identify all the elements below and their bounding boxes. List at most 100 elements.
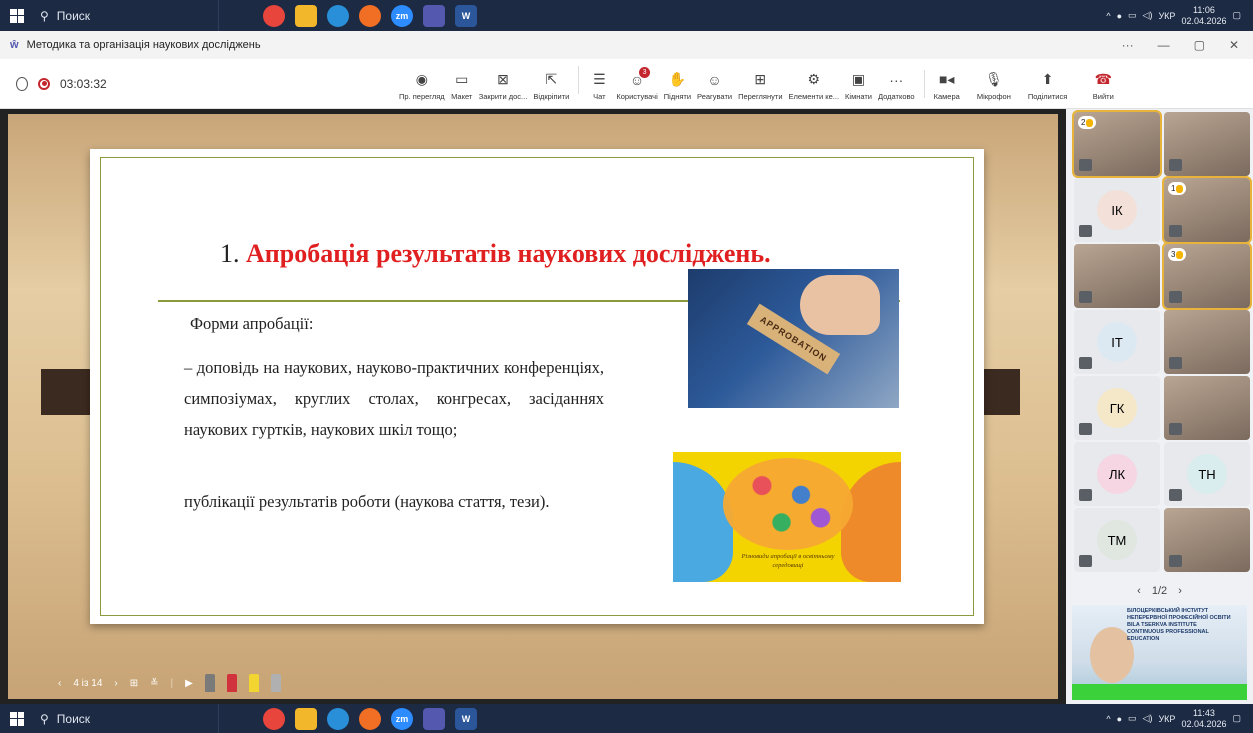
teams-app-icon: ŵ xyxy=(10,39,19,51)
tool-eye-button[interactable]: ◉ Пр. перегляд xyxy=(396,71,448,101)
more-options-button[interactable]: ··· xyxy=(1122,38,1134,52)
speaker-highlight-bar xyxy=(1072,684,1247,700)
muted-mic-icon xyxy=(1169,423,1182,435)
tool-unpin-button[interactable]: ⇱ Відкріпити xyxy=(530,71,572,101)
teams-icon[interactable] xyxy=(423,4,445,27)
edge-icon[interactable] xyxy=(327,4,349,27)
firefox-icon[interactable] xyxy=(359,707,381,730)
tool-close-share-button[interactable]: ⊠ Закрити дос... xyxy=(476,71,531,101)
language-indicator[interactable]: УКР xyxy=(1158,11,1175,21)
participant-tile[interactable]: 3 xyxy=(1162,242,1252,310)
hand-shape xyxy=(800,275,880,335)
tool-chat-button[interactable]: ☰ Чат xyxy=(585,71,613,101)
tool-users-button[interactable]: ☺ 3 Користувачі xyxy=(613,67,660,101)
speaker-backdrop-text: БІЛОЦЕРКІВСЬКИЙ ІНСТИТУТ НЕПЕРЕРВНОЇ ПРО… xyxy=(1127,608,1231,643)
participant-tile[interactable]: ІК xyxy=(1074,178,1160,242)
chrome-icon[interactable] xyxy=(263,707,285,730)
word-icon[interactable]: W xyxy=(455,707,477,730)
camera-button[interactable]: ■◂ Камера xyxy=(931,71,963,101)
highlighter-icon[interactable] xyxy=(248,674,259,692)
firefox-icon[interactable] xyxy=(359,4,381,27)
minimize-button[interactable]: — xyxy=(1158,38,1170,52)
edge-icon[interactable] xyxy=(327,707,349,730)
tool-raise-hand-button[interactable]: ✋ Підняти xyxy=(661,71,694,101)
file-explorer-icon[interactable] xyxy=(295,4,317,27)
clock[interactable]: 11:43 02.04.2026 xyxy=(1181,708,1226,730)
participant-tile[interactable]: 1 xyxy=(1162,176,1252,244)
grid-view-icon[interactable]: ⊞ xyxy=(130,678,138,689)
close-button[interactable]: ✕ xyxy=(1229,38,1239,52)
raise-hand-icon: ✋ xyxy=(668,71,687,87)
zoom-icon[interactable]: zm xyxy=(391,707,413,730)
participant-tile[interactable]: ІТ xyxy=(1074,310,1160,374)
word-icon[interactable]: W xyxy=(455,4,477,27)
language-indicator[interactable]: УКР xyxy=(1158,714,1175,724)
pager-next-button[interactable]: › xyxy=(1178,585,1182,597)
head-right-shape xyxy=(841,462,901,582)
participant-tile[interactable] xyxy=(1164,376,1250,440)
leave-button[interactable]: ☎ Вийти xyxy=(1070,71,1117,101)
clock[interactable]: 11:06 02.04.2026 xyxy=(1181,5,1226,27)
eraser-icon[interactable] xyxy=(270,674,281,692)
participant-tile[interactable]: ГК xyxy=(1074,376,1160,440)
tool-view-button[interactable]: ⊞ Переглянути xyxy=(735,71,785,101)
prev-slide-button[interactable]: ‹ xyxy=(58,678,61,689)
participant-tile[interactable] xyxy=(1164,508,1250,572)
tool-layout-button[interactable]: ▭ Макет xyxy=(448,71,476,101)
meeting-timer: 03:03:32 xyxy=(60,76,107,91)
more-icon: ··· xyxy=(889,71,904,88)
tray-chevron-icon[interactable]: ^ xyxy=(1106,11,1110,21)
participant-tile[interactable]: ТН xyxy=(1164,442,1250,506)
tool-react-button[interactable]: ☺ Реагувати xyxy=(694,71,735,102)
participant-tile[interactable] xyxy=(1164,310,1250,374)
tray-volume-icon[interactable]: ◁) xyxy=(1143,10,1153,21)
hangup-icon: ☎ xyxy=(1094,71,1113,87)
participants-panel: 2 ІК 1 3 ІТ ГК ЛК ТН ТМ ‹ 1/2 › БІЛОЦЕРКІВСЬКИЙ … xyxy=(1066,109,1253,704)
tray-chevron-icon[interactable]: ^ xyxy=(1106,714,1110,724)
taskbar-search[interactable]: ⚲ Поиск xyxy=(34,0,219,31)
participant-tile[interactable] xyxy=(1164,112,1250,176)
share-label: Поділитися xyxy=(1027,92,1068,101)
tray-mic-icon[interactable]: ● xyxy=(1117,11,1122,21)
participant-tile[interactable] xyxy=(1074,244,1160,308)
tool-controls-button[interactable]: ⚙ Елементи ке... xyxy=(786,71,843,101)
search-placeholder: Поиск xyxy=(56,711,91,726)
notification-icon[interactable]: ▢ xyxy=(1232,713,1241,724)
mic-button[interactable]: 🎙 Мікрофон xyxy=(963,71,1014,101)
muted-mic-icon xyxy=(1169,555,1182,567)
notification-icon[interactable]: ▢ xyxy=(1232,10,1241,21)
view-icon: ⊞ xyxy=(754,71,767,87)
settings-slider-icon[interactable]: ≚ xyxy=(150,678,158,689)
pointer-icon[interactable]: ▶ xyxy=(185,678,193,689)
tool-more-button[interactable]: ··· Додатково xyxy=(875,71,918,102)
zoom-icon[interactable]: zm xyxy=(391,4,413,27)
slide-title-text: Апробація результатів наукових досліджен… xyxy=(246,239,765,268)
tray-mic-icon[interactable]: ● xyxy=(1117,714,1122,724)
unpin-icon: ⇱ xyxy=(545,71,558,87)
start-button[interactable] xyxy=(0,704,34,733)
tray-network-icon[interactable]: ▭ xyxy=(1128,10,1137,21)
avatar: ГК xyxy=(1097,388,1137,428)
icon-cloud-shape xyxy=(723,458,853,550)
pen-gray-icon[interactable] xyxy=(204,674,215,692)
share-button[interactable]: ⬆ Поділитися xyxy=(1014,71,1070,101)
file-explorer-icon[interactable] xyxy=(295,707,317,730)
chrome-icon[interactable] xyxy=(263,4,285,27)
bullet-text-1: – доповідь на наукових, науково-практичн… xyxy=(184,358,604,439)
teams-icon[interactable] xyxy=(423,707,445,730)
participant-tile[interactable]: ТМ xyxy=(1074,508,1160,572)
pen-red-icon[interactable] xyxy=(226,674,237,692)
pager-label: 1/2 xyxy=(1151,585,1168,597)
participant-tile[interactable]: ЛК xyxy=(1074,442,1160,506)
taskbar-search[interactable]: ⚲ Поиск xyxy=(34,704,219,733)
tray-network-icon[interactable]: ▭ xyxy=(1128,713,1137,724)
start-button[interactable] xyxy=(0,0,34,31)
active-speaker-video[interactable]: БІЛОЦЕРКІВСЬКИЙ ІНСТИТУТ НЕПЕРЕРВНОЇ ПРО… xyxy=(1072,605,1247,700)
next-slide-button[interactable]: › xyxy=(114,678,117,689)
muted-mic-icon xyxy=(1169,225,1182,237)
pager-prev-button[interactable]: ‹ xyxy=(1137,585,1141,597)
participant-tile[interactable]: 2 xyxy=(1072,110,1162,178)
tray-volume-icon[interactable]: ◁) xyxy=(1143,713,1153,724)
tool-rooms-button[interactable]: ▣ Кімнати xyxy=(842,71,875,101)
restore-button[interactable]: ▢ xyxy=(1194,38,1205,52)
